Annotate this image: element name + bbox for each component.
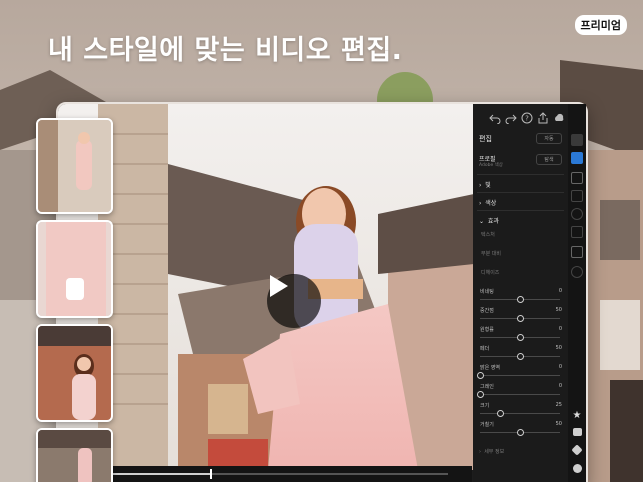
play-button[interactable] xyxy=(267,274,321,328)
slider-track[interactable] xyxy=(480,296,560,303)
play-icon xyxy=(270,275,288,297)
heal-icon[interactable] xyxy=(571,190,583,202)
slider-label: 비네팅 xyxy=(480,289,494,295)
section-light-label: 빛 xyxy=(485,182,491,189)
slider-track[interactable] xyxy=(476,391,560,398)
slider-label: 페더 xyxy=(480,346,490,352)
mask-icon[interactable] xyxy=(571,208,583,220)
divider xyxy=(477,174,564,175)
slider-label: 거칠기 xyxy=(480,422,494,428)
slider-label: 중간점 xyxy=(480,308,494,314)
edit-sliders-icon[interactable] xyxy=(571,152,583,164)
effect-texture[interactable]: 텍스처 xyxy=(481,231,495,238)
comment-icon[interactable] xyxy=(573,428,582,436)
slider-knob[interactable] xyxy=(476,391,484,398)
slider-value: 25 xyxy=(555,402,562,408)
redo-icon[interactable] xyxy=(505,112,517,124)
auto-button[interactable]: 자동 xyxy=(536,133,562,144)
slider-label: 크기 xyxy=(480,403,490,409)
share-icon[interactable] xyxy=(537,112,549,124)
thumbnail-clip-2[interactable] xyxy=(36,220,113,318)
undo-icon[interactable] xyxy=(489,112,501,124)
tool-rail: ★ xyxy=(568,104,586,482)
slider-track[interactable] xyxy=(480,334,560,341)
chevron-right-icon: › xyxy=(479,200,482,207)
chevron-down-icon: ⌄ xyxy=(479,218,485,225)
section-detail[interactable]: › 세부 정보 xyxy=(479,448,504,455)
timeline-track[interactable] xyxy=(78,469,448,479)
marketing-headline: 내 스타일에 맞는 비디오 편집. xyxy=(48,35,403,66)
svg-text:?: ? xyxy=(525,115,529,123)
section-color-label: 색상 xyxy=(485,200,497,207)
slider-value: 50 xyxy=(555,421,562,427)
section-detail-label: 세부 정보 xyxy=(484,449,505,455)
info-icon[interactable] xyxy=(573,464,582,473)
slider-knob[interactable] xyxy=(516,296,524,303)
slider-knob[interactable] xyxy=(516,334,524,341)
slider-track[interactable] xyxy=(476,372,560,379)
slider-knob[interactable] xyxy=(476,372,484,379)
divider xyxy=(477,210,564,211)
slider-knob[interactable] xyxy=(496,410,504,417)
panel-title: 편집 xyxy=(479,135,492,143)
slider-knob[interactable] xyxy=(516,315,524,322)
slider-value: 0 xyxy=(558,364,562,370)
history-icon[interactable] xyxy=(571,266,583,278)
slider-value: 0 xyxy=(558,383,562,389)
slider-knob[interactable] xyxy=(516,353,524,360)
slider-track[interactable] xyxy=(480,315,560,322)
slider-track[interactable] xyxy=(480,429,560,436)
edit-panel: ? 편집 자동 프로필 Adobe 색상 탐색 › 빛 › 색상 ⌄ 효과 텍스… xyxy=(473,104,568,482)
ai-icon[interactable] xyxy=(571,226,583,238)
section-light[interactable]: › 빛 xyxy=(479,180,491,189)
slider-knob[interactable] xyxy=(516,429,524,436)
tag-icon[interactable] xyxy=(571,444,583,456)
chevron-right-icon: › xyxy=(479,182,482,189)
thumbnail-clip-3[interactable] xyxy=(36,324,113,422)
premium-badge: 프리미엄 xyxy=(574,15,627,35)
slider-label: 밝은 영역 xyxy=(480,365,500,371)
slider-label: 원형률 xyxy=(480,327,494,333)
section-color[interactable]: › 색상 xyxy=(479,198,496,207)
divider xyxy=(477,192,564,193)
effect-dehaze[interactable]: 디헤이즈 xyxy=(481,269,499,276)
help-icon[interactable]: ? xyxy=(521,112,533,124)
effect-clarity[interactable]: 부분 대비 xyxy=(481,250,501,257)
slider-value: 50 xyxy=(555,345,562,351)
star-icon[interactable]: ★ xyxy=(571,410,583,422)
slider-value: 50 xyxy=(555,307,562,313)
thumbnail-clip-1[interactable] xyxy=(36,118,113,214)
slider-label: 그레인 xyxy=(480,384,494,390)
slider-track[interactable] xyxy=(480,410,560,417)
presets-icon[interactable] xyxy=(571,134,583,146)
section-effects[interactable]: ⌄ 효과 xyxy=(479,216,499,225)
timeline-playhead[interactable] xyxy=(210,469,213,479)
cloud-icon[interactable] xyxy=(553,112,565,124)
thumbnail-clip-4[interactable] xyxy=(36,428,113,482)
browse-profile-button[interactable]: 탐색 xyxy=(536,154,562,165)
section-effects-label: 효과 xyxy=(487,218,499,225)
video-timeline[interactable]: ▶ xyxy=(56,466,472,482)
slider-value: 0 xyxy=(558,288,562,294)
profile-value: Adobe 색상 xyxy=(479,163,503,168)
crop-icon[interactable] xyxy=(571,172,583,184)
video-preview[interactable] xyxy=(58,104,474,470)
slider-track[interactable] xyxy=(480,353,560,360)
slider-value: 0 xyxy=(558,326,562,332)
chevron-right-icon: › xyxy=(479,449,481,455)
versions-icon[interactable] xyxy=(571,246,583,258)
